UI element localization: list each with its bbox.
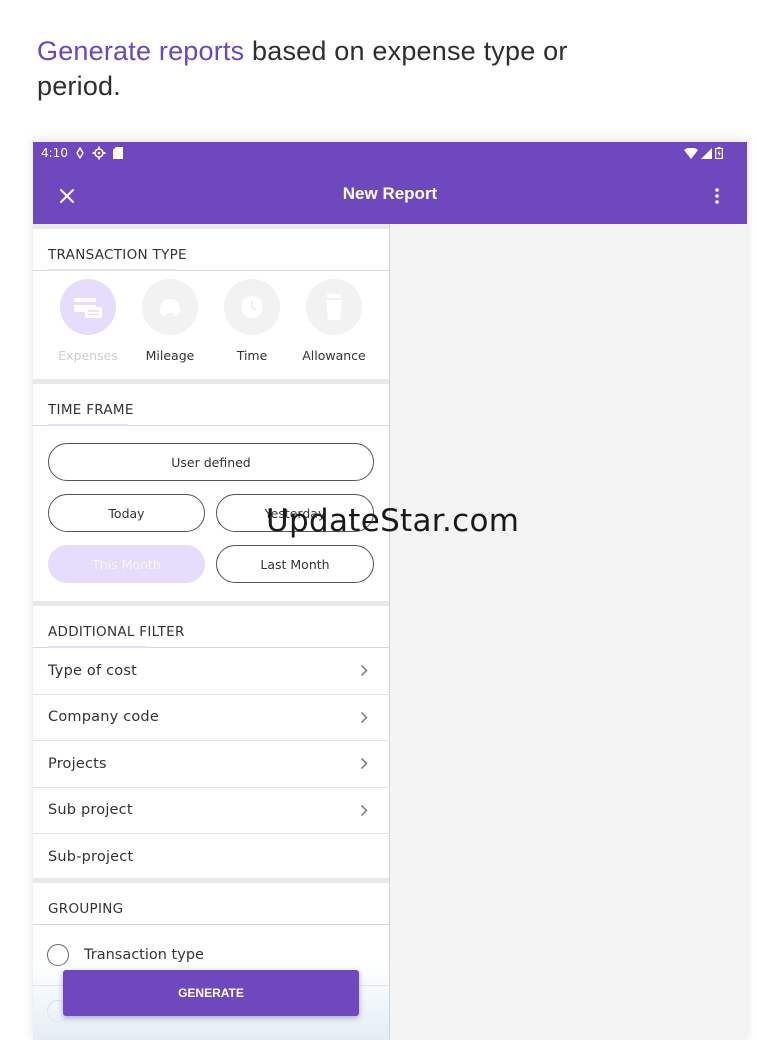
settings-icon <box>92 146 106 160</box>
this-month-button[interactable]: This Month <box>48 545 205 583</box>
filter-type-of-cost[interactable]: Type of cost <box>33 648 389 695</box>
transaction-type-card: TRANSACTION TYPE Expenses Mileage Time A… <box>33 229 389 379</box>
chevron-right-icon <box>360 665 368 677</box>
chevron-right-icon <box>360 758 368 770</box>
filter-label: Type of cost <box>48 662 137 679</box>
header-underline <box>48 424 128 426</box>
overflow-menu-button[interactable] <box>707 182 727 210</box>
page-title: New Report <box>342 184 438 203</box>
filter-sub-project[interactable]: Sub project <box>33 788 389 834</box>
filter-company-code[interactable]: Company code <box>33 695 389 741</box>
status-time: 4:10 <box>41 146 68 160</box>
battery-icon <box>715 147 723 159</box>
header-underline <box>48 646 148 648</box>
filter-projects[interactable]: Projects <box>33 741 389 788</box>
transaction-type-label: Allowance <box>302 348 366 363</box>
car-icon <box>142 279 198 335</box>
chevron-right-icon <box>360 804 368 816</box>
filter-sub-project-alt[interactable]: Sub-project <box>33 834 389 881</box>
sd-card-icon <box>112 147 123 159</box>
last-month-button[interactable]: Last Month <box>216 545 374 583</box>
transaction-type-header-text: TRANSACTION TYPE <box>48 247 187 263</box>
signal-icon <box>701 147 712 159</box>
grouping-header-text: GROUPING <box>48 901 124 917</box>
transaction-type-options: Expenses Mileage Time Allowance <box>33 271 389 363</box>
filter-label: Sub project <box>48 802 133 819</box>
chevron-right-icon <box>360 711 368 723</box>
location-icon <box>75 147 85 159</box>
wallet-icon <box>60 279 116 335</box>
time-frame-header-text: TIME FRAME <box>48 402 134 418</box>
filter-label: Company code <box>48 709 159 726</box>
report-settings-panel: TRANSACTION TYPE Expenses Mileage Time A… <box>33 224 390 1040</box>
filter-label: Sub-project <box>48 849 134 866</box>
filter-label: Projects <box>48 755 107 772</box>
transaction-type-expenses[interactable]: Expenses <box>47 279 129 363</box>
transaction-type-label: Mileage <box>145 348 195 363</box>
generate-button[interactable]: GENERATE <box>63 970 359 1016</box>
cup-icon <box>306 279 362 335</box>
status-bar: 4:10 <box>33 142 747 164</box>
additional-filter-header-text: ADDITIONAL FILTER <box>48 624 185 640</box>
grouping-header: GROUPING <box>33 883 389 925</box>
device-screen: 4:10 New Report TRANSACTION TYPE Expense… <box>33 142 747 1040</box>
transaction-type-mileage[interactable]: Mileage <box>129 279 211 363</box>
additional-filter-header: ADDITIONAL FILTER <box>33 606 389 648</box>
clock-icon <box>224 279 280 335</box>
transaction-type-label: Time <box>236 348 268 363</box>
headline-accent: Generate reports <box>37 36 245 66</box>
time-frame-header: TIME FRAME <box>33 384 389 426</box>
additional-filter-card: ADDITIONAL FILTER Type of cost Company c… <box>33 606 389 878</box>
header-underline <box>48 269 176 271</box>
transaction-type-time[interactable]: Time <box>211 279 293 363</box>
user-defined-button[interactable]: User defined <box>48 443 374 481</box>
wifi-icon <box>684 147 698 159</box>
transaction-type-header: TRANSACTION TYPE <box>33 229 389 271</box>
time-frame-card: TIME FRAME User defined Today Yesterday … <box>33 384 389 601</box>
filter-list: Type of cost Company code Projects Sub p… <box>33 648 389 881</box>
app-bar: 4:10 New Report <box>33 142 747 224</box>
today-button[interactable]: Today <box>48 494 205 532</box>
watermark: UpdateStar.com <box>266 503 520 539</box>
transaction-type-label: Expenses <box>58 348 118 363</box>
more-vertical-icon <box>715 188 719 204</box>
transaction-type-allowance[interactable]: Allowance <box>293 279 375 363</box>
marketing-headline: Generate reports based on expense type o… <box>37 34 597 104</box>
